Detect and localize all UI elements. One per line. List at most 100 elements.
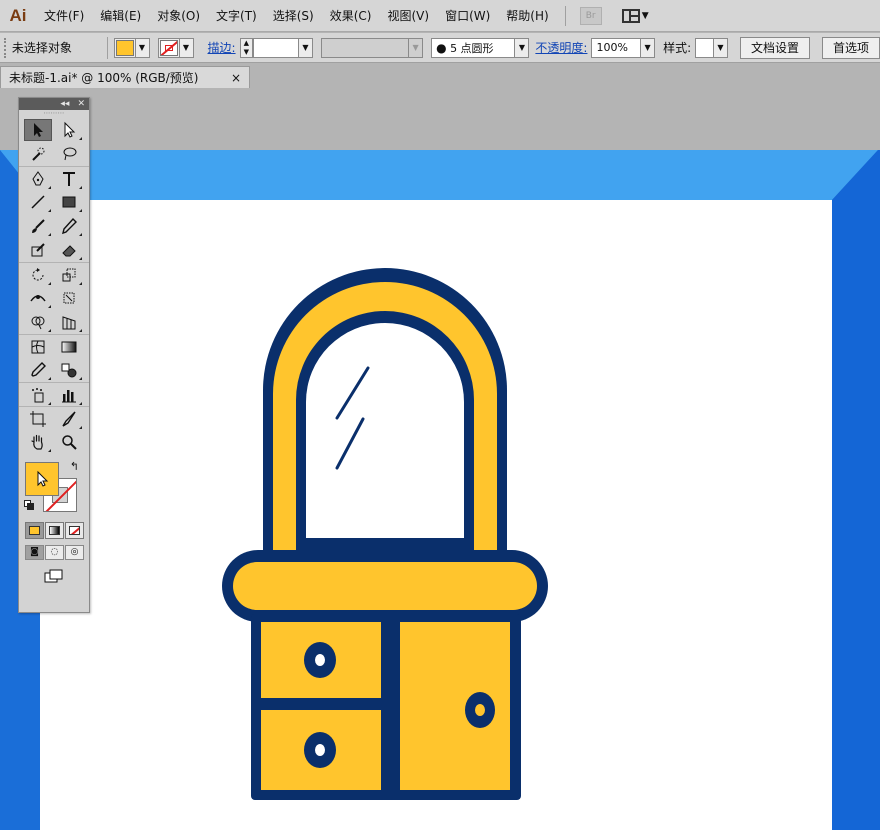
gradient-mode-button[interactable] [45,521,64,539]
chevron-down-icon: ▼ [178,38,193,57]
panel-grip[interactable] [4,37,8,58]
document-setup-button[interactable]: 文档设置 [739,36,810,59]
drawing-mode-row: ◙ ◌ ◎ [19,542,89,562]
slice-tool[interactable] [55,408,83,430]
bridge-button[interactable]: Br [579,6,602,25]
default-fill-stroke-icon[interactable] [24,500,34,510]
document-tab[interactable]: 未标题-1.ai* @ 100% (RGB/预览) × [0,66,250,88]
menu-help[interactable]: 帮助(H) [498,7,556,24]
eraser-tool[interactable] [55,239,83,261]
direct-selection-tool[interactable] [55,119,83,141]
screen-mode-button[interactable] [19,568,89,584]
draw-normal-button[interactable]: ◙ [25,544,44,560]
perspective-grid-tool[interactable] [55,311,83,333]
lasso-tool[interactable] [55,143,83,165]
chevron-down-icon: ▼ [712,38,727,57]
fill-color-box[interactable] [25,462,59,496]
shape-builder-tool[interactable] [24,311,52,333]
magic-wand-tool[interactable] [24,143,52,165]
menu-effect[interactable]: 效果(C) [322,7,380,24]
canvas-area[interactable] [0,88,880,830]
arrow-icon [37,470,49,487]
draw-inside-button[interactable]: ◎ [65,544,84,560]
stroke-weight-field[interactable]: ▼ [253,37,313,58]
slice-knife-icon [62,411,76,427]
draw-behind-button[interactable]: ◌ [45,544,64,560]
paintbrush-tool[interactable] [24,215,52,237]
free-transform-tool[interactable] [55,287,83,309]
pencil-icon [62,217,77,235]
column-graph-tool[interactable] [55,384,83,406]
opacity-value: 100% [596,41,628,54]
blob-brush-tool[interactable] [24,239,52,261]
zoom-tool[interactable] [55,431,83,453]
hand-tool[interactable] [24,431,52,453]
arrange-documents-button[interactable]: ▼ [621,8,649,23]
blend-icon [61,363,77,378]
rectangle-tool[interactable] [55,191,83,213]
fill-color-dropdown[interactable]: ▼ [113,37,150,58]
panel-grip[interactable]: ⋯⋯⋯ [19,110,89,118]
type-tool[interactable] [55,168,83,190]
chevron-down-icon: ▼ [134,38,149,57]
rotate-icon [32,267,44,280]
color-mode-button[interactable] [25,521,44,539]
stroke-color-dropdown[interactable]: ▼ [157,37,194,58]
blend-tool[interactable] [55,359,83,381]
opacity-label[interactable]: 不透明度: [535,39,587,56]
pencil-tool[interactable] [55,215,83,237]
chevron-down-icon: ▼ [641,10,649,21]
mirror-glass [306,323,464,538]
menu-type[interactable]: 文字(T) [208,7,265,24]
scale-tool[interactable] [55,264,83,286]
fill-swatch [115,39,134,56]
variable-width-dropdown[interactable]: ▼ [320,37,424,58]
menu-file[interactable]: 文件(F) [36,7,92,24]
perspective-grid-icon [62,316,76,330]
shape-builder-icon [31,316,45,330]
artboard-tool[interactable] [24,408,52,430]
line-tool[interactable] [24,191,52,213]
rectangle-icon [62,196,76,208]
menu-edit[interactable]: 编辑(E) [92,7,149,24]
stroke-none-swatch [159,39,178,56]
style-dropdown[interactable]: ▼ [695,37,728,58]
brush-dropdown[interactable]: ● 5 点圆形 ▼ [431,37,530,58]
stroke-weight-spinner[interactable]: ▲ ▼ [239,37,254,58]
selection-tool[interactable] [24,119,52,141]
collapse-icon[interactable]: ◂◂ [60,99,69,109]
rotate-tool[interactable] [24,264,52,286]
artwork[interactable] [0,88,880,830]
paintbrush-icon [32,219,45,233]
none-mode-button[interactable] [65,521,84,539]
knob-hole [315,654,325,666]
pen-tool[interactable] [24,168,52,190]
symbol-sprayer-tool[interactable] [24,384,52,406]
menu-separator [564,5,566,26]
arrow-icon [34,123,43,137]
menu-window[interactable]: 窗口(W) [437,7,498,24]
fill-stroke-controls: ↰ [19,458,89,520]
menu-select[interactable]: 选择(S) [265,7,322,24]
type-icon [63,171,75,186]
brush-label: 5 点圆形 [450,41,494,55]
preferences-button[interactable]: 首选项 [821,36,880,59]
stroke-label[interactable]: 描边: [208,39,236,56]
blob-brush-icon [31,243,45,257]
width-tool[interactable] [24,287,52,309]
menu-object[interactable]: 对象(O) [149,7,208,24]
tabletop-fill [233,562,537,610]
white-arrow-icon [64,121,76,138]
menu-view[interactable]: 视图(V) [379,7,437,24]
eyedropper-tool[interactable] [24,359,52,381]
blue-frame-right [832,150,880,830]
close-icon[interactable]: ✕ [77,99,85,109]
color-mode-row [19,520,89,540]
gradient-tool[interactable] [55,336,83,358]
mesh-tool[interactable] [24,336,52,358]
line-icon [31,195,45,209]
layout-grid-icon [621,8,640,23]
opacity-field[interactable]: 100% ▼ [591,37,656,58]
swap-fill-stroke-icon[interactable]: ↰ [70,460,79,473]
close-icon[interactable]: × [231,71,241,85]
